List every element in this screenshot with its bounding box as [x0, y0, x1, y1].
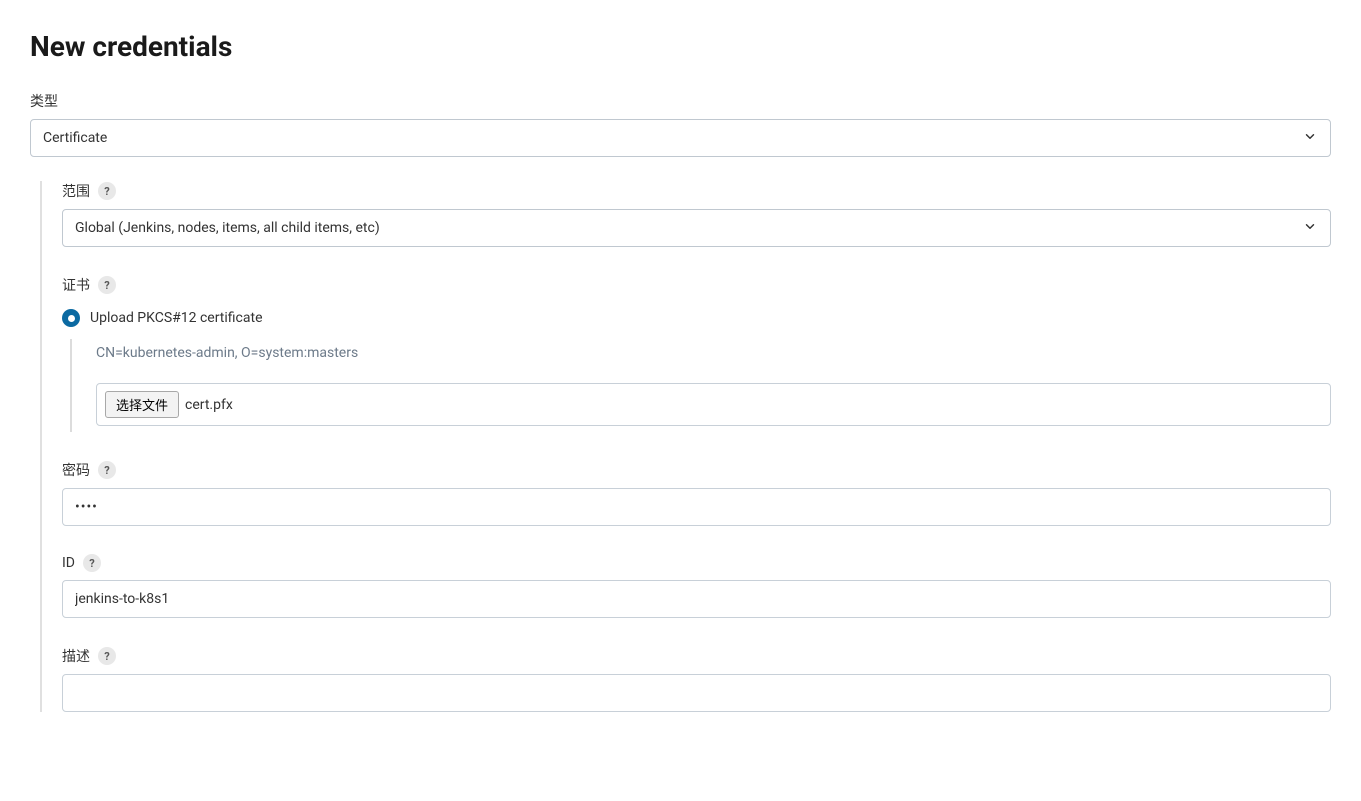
- certificate-group: 证书 ? Upload PKCS#12 certificate CN=kuber…: [62, 275, 1331, 432]
- password-group: 密码 ?: [62, 460, 1331, 526]
- password-input[interactable]: [62, 488, 1331, 526]
- type-label: 类型: [30, 91, 58, 111]
- help-icon[interactable]: ?: [98, 461, 116, 479]
- scope-group: 范围 ? Global (Jenkins, nodes, items, all …: [62, 181, 1331, 247]
- help-icon[interactable]: ?: [98, 276, 116, 294]
- certificate-subsection: CN=kubernetes-admin, O=system:masters 选择…: [70, 339, 1331, 432]
- id-label: ID: [62, 555, 75, 571]
- password-label: 密码: [62, 460, 90, 480]
- radio-icon: [62, 309, 80, 327]
- help-icon[interactable]: ?: [98, 182, 116, 200]
- description-input[interactable]: [62, 674, 1331, 712]
- file-name: cert.pfx: [185, 397, 233, 413]
- id-group: ID ?: [62, 554, 1331, 618]
- type-group: 类型 Certificate: [30, 91, 1331, 157]
- description-group: 描述 ?: [62, 646, 1331, 712]
- upload-pkcs12-radio-row[interactable]: Upload PKCS#12 certificate: [62, 309, 1331, 327]
- indented-form-section: 范围 ? Global (Jenkins, nodes, items, all …: [40, 181, 1331, 712]
- help-icon[interactable]: ?: [98, 647, 116, 665]
- help-icon[interactable]: ?: [83, 554, 101, 572]
- scope-label: 范围: [62, 181, 90, 201]
- scope-select[interactable]: Global (Jenkins, nodes, items, all child…: [62, 209, 1331, 247]
- description-label: 描述: [62, 646, 90, 666]
- file-input-row[interactable]: 选择文件 cert.pfx: [96, 383, 1331, 426]
- upload-pkcs12-label: Upload PKCS#12 certificate: [90, 310, 263, 326]
- id-input[interactable]: [62, 580, 1331, 618]
- page-title: New credentials: [30, 30, 1331, 63]
- type-select[interactable]: Certificate: [30, 119, 1331, 157]
- certificate-info: CN=kubernetes-admin, O=system:masters: [96, 345, 1331, 361]
- certificate-label: 证书: [62, 275, 90, 295]
- choose-file-button[interactable]: 选择文件: [105, 391, 179, 418]
